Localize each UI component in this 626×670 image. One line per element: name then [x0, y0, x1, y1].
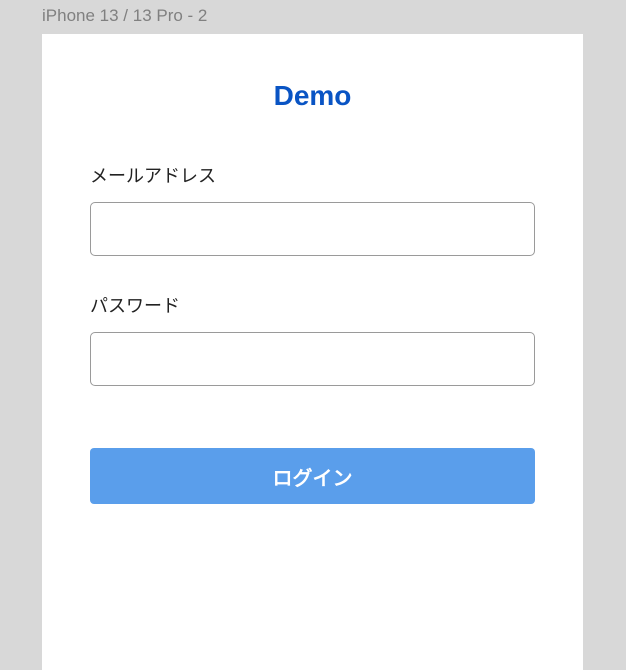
frame-label: iPhone 13 / 13 Pro - 2: [0, 0, 626, 34]
password-form-group: パスワード: [90, 292, 535, 386]
device-frame: Demo メールアドレス パスワード ログイン: [42, 34, 583, 670]
password-label: パスワード: [90, 292, 535, 318]
login-button[interactable]: ログイン: [90, 448, 535, 504]
email-form-group: メールアドレス: [90, 162, 535, 256]
email-input[interactable]: [90, 202, 535, 256]
app-title: Demo: [90, 80, 535, 112]
email-label: メールアドレス: [90, 162, 535, 188]
password-input[interactable]: [90, 332, 535, 386]
